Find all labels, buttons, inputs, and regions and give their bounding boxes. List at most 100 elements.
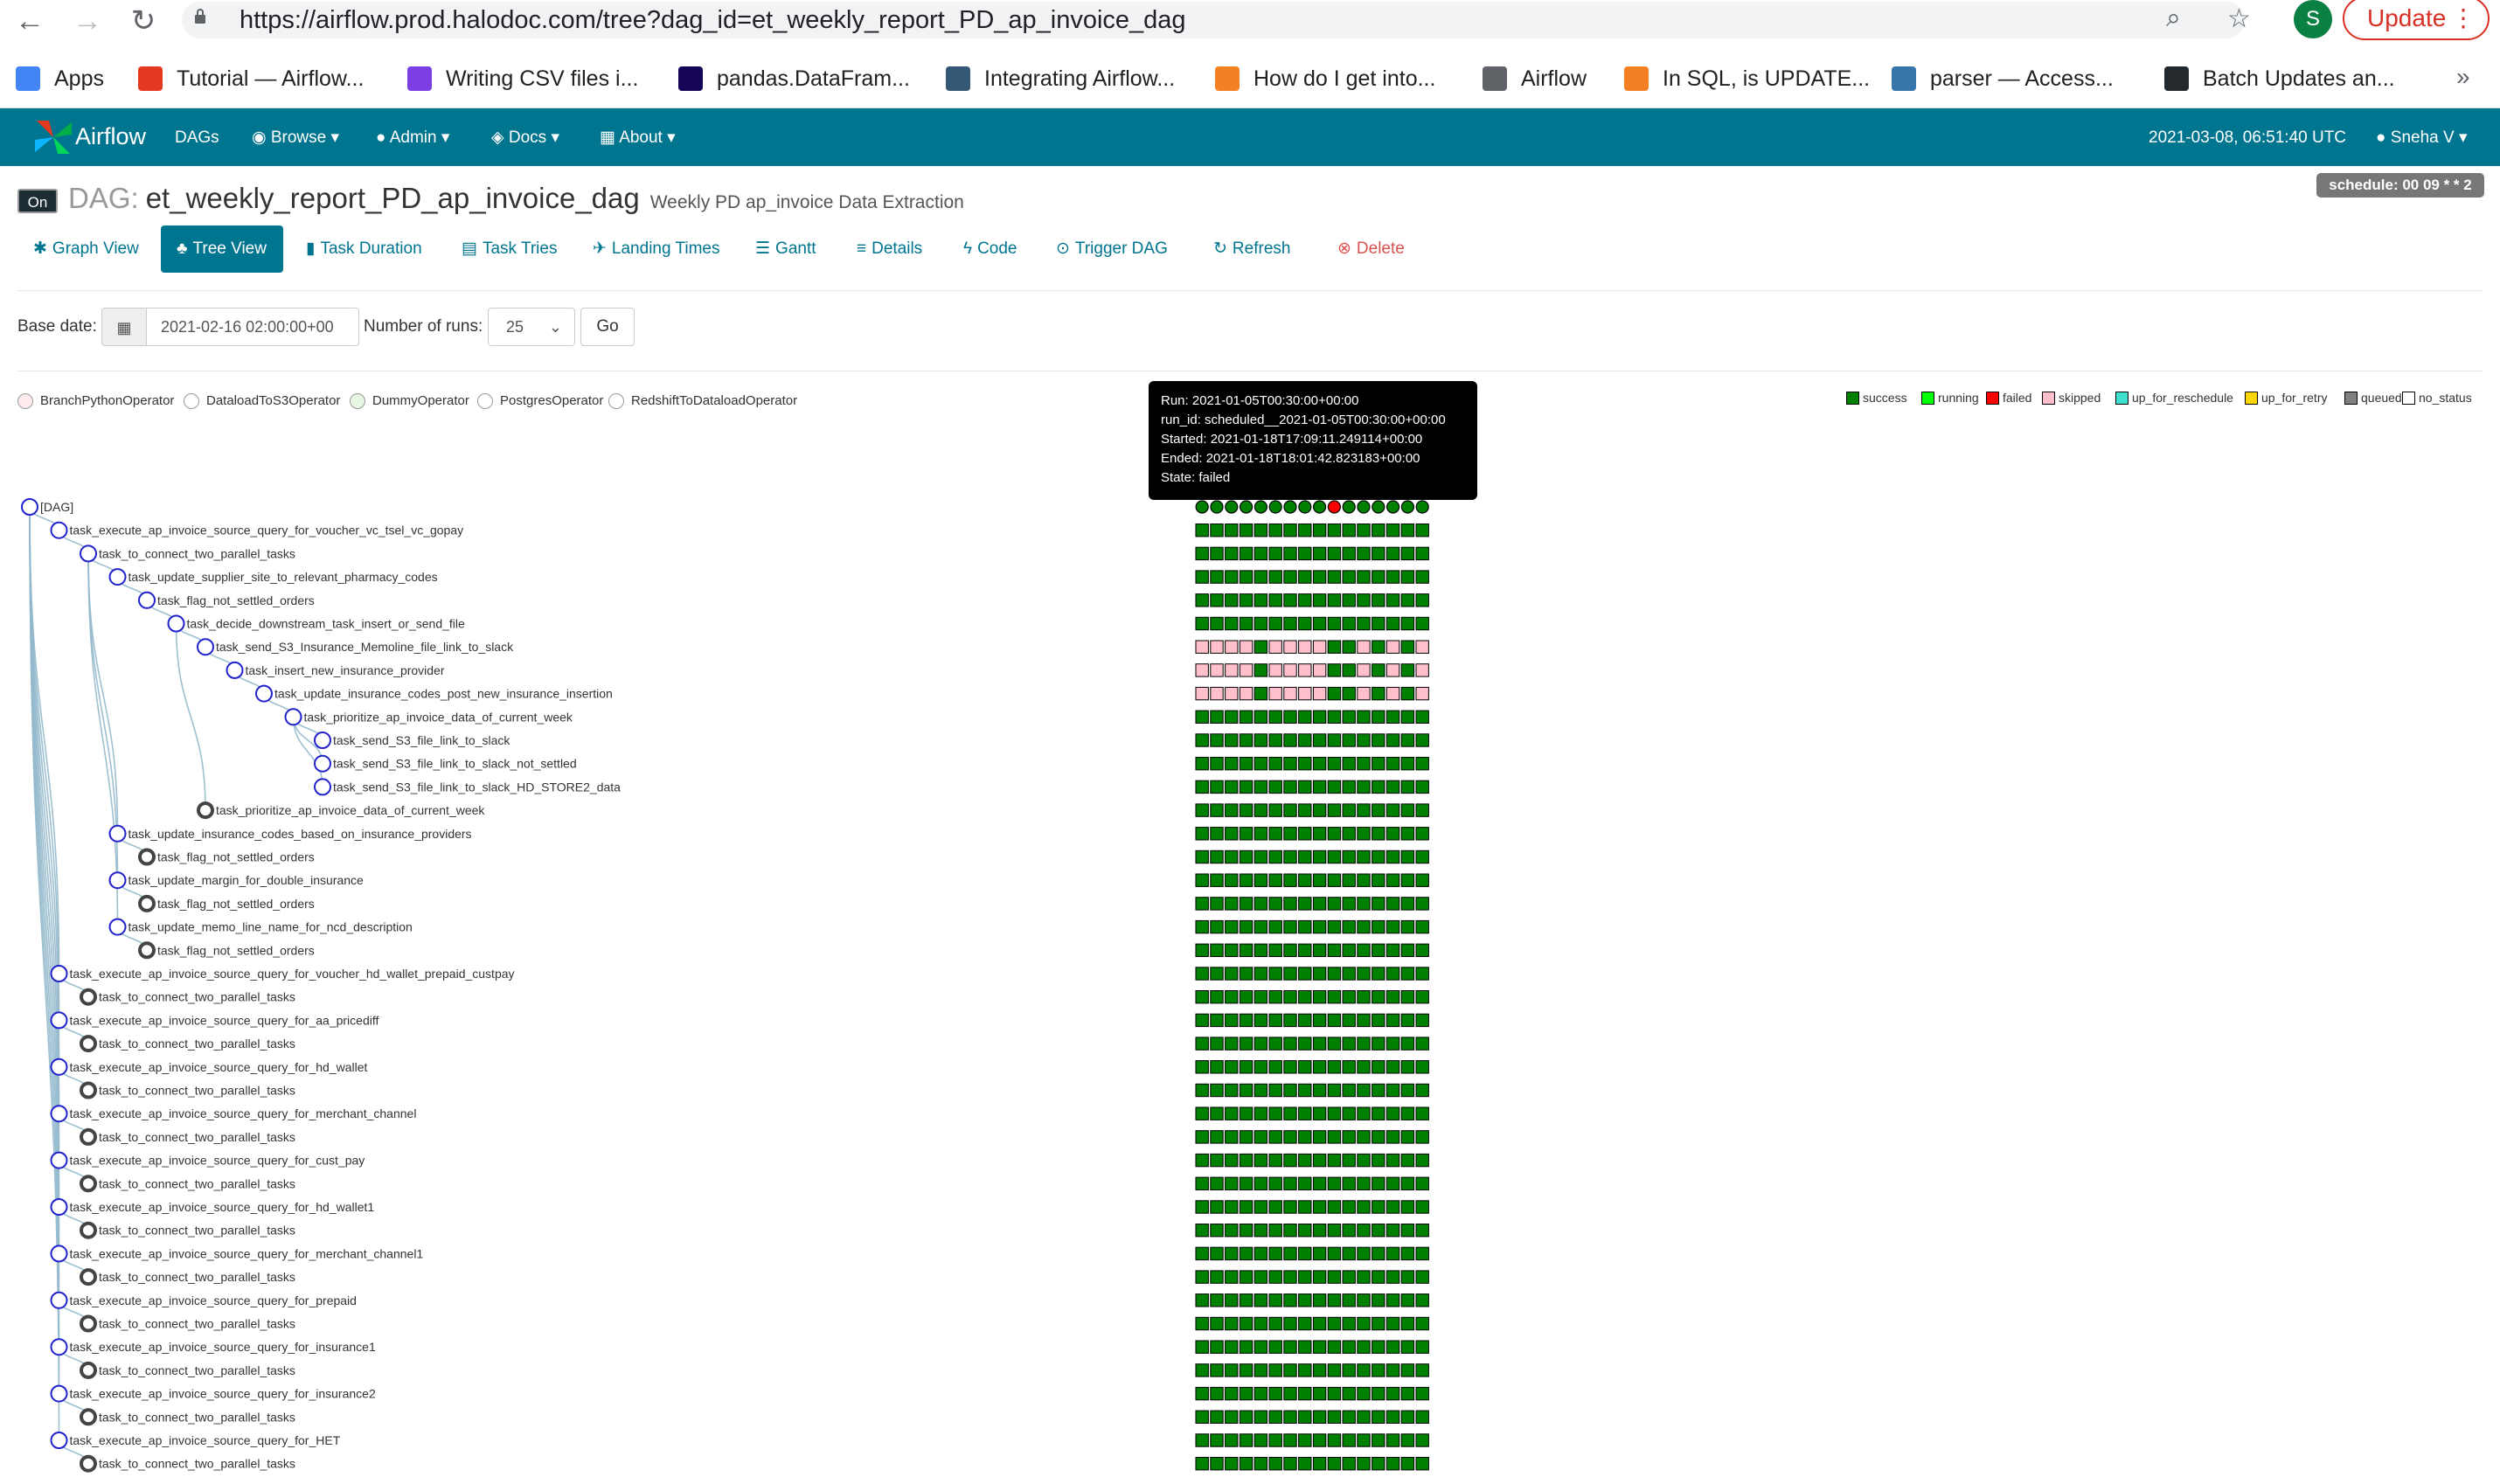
task-instance-square[interactable] [1357, 733, 1371, 747]
task-instance-square[interactable] [1253, 849, 1268, 864]
task-instance-square[interactable] [1385, 1340, 1400, 1354]
task-label[interactable]: task_prioritize_ap_invoice_data_of_curre… [304, 710, 573, 724]
task-label[interactable]: task_to_connect_two_parallel_tasks [99, 1363, 295, 1377]
task-instance-square[interactable] [1327, 1153, 1342, 1168]
task-node-circle[interactable] [80, 1408, 97, 1426]
tab-delete[interactable]: ⊗ Delete [1322, 225, 1420, 273]
task-instance-square[interactable] [1298, 1106, 1312, 1120]
task-instance-square[interactable] [1400, 990, 1415, 1004]
task-instance-square[interactable] [1195, 919, 1209, 934]
task-instance-square[interactable] [1268, 827, 1282, 841]
task-instance-square[interactable] [1283, 524, 1297, 537]
task-node-circle[interactable] [50, 1245, 68, 1263]
task-instance-square[interactable] [1253, 873, 1268, 887]
task-instance-square[interactable] [1225, 1153, 1239, 1168]
task-instance-square[interactable] [1239, 1246, 1253, 1261]
task-instance-square[interactable] [1298, 1340, 1312, 1354]
task-instance-square[interactable] [1268, 873, 1282, 887]
task-instance-square[interactable] [1239, 1083, 1253, 1098]
task-instance-square[interactable] [1357, 1037, 1371, 1051]
task-label[interactable]: task_update_memo_line_name_for_ncd_descr… [128, 920, 413, 934]
task-instance-square[interactable] [1253, 663, 1268, 677]
task-instance-square[interactable] [1225, 919, 1239, 934]
task-instance-square[interactable] [1195, 803, 1209, 817]
task-instance-square[interactable] [1210, 990, 1224, 1004]
task-instance-square[interactable] [1415, 733, 1429, 747]
task-instance-square[interactable] [1312, 873, 1327, 887]
task-instance-square[interactable] [1400, 1153, 1415, 1168]
task-instance-square[interactable] [1400, 849, 1415, 864]
task-instance-square[interactable] [1298, 1130, 1312, 1144]
task-instance-square[interactable] [1225, 1083, 1239, 1098]
task-instance-square[interactable] [1342, 640, 1356, 654]
task-instance-square[interactable] [1357, 1083, 1371, 1098]
task-instance-square[interactable] [1253, 1200, 1268, 1214]
task-instance-square[interactable] [1415, 1433, 1429, 1447]
task-instance-square[interactable] [1210, 967, 1224, 981]
task-instance-square[interactable] [1253, 1224, 1268, 1238]
task-instance-square[interactable] [1385, 897, 1400, 911]
task-node-circle[interactable] [50, 1338, 68, 1356]
task-instance-square[interactable] [1298, 1293, 1312, 1307]
dag-run-circle[interactable] [1195, 500, 1209, 514]
task-instance-square[interactable] [1195, 1433, 1209, 1447]
task-instance-square[interactable] [1342, 1013, 1356, 1028]
task-instance-square[interactable] [1195, 897, 1209, 911]
bookmark-item[interactable]: Airflow [1483, 63, 1587, 94]
task-instance-square[interactable] [1415, 546, 1429, 561]
task-label[interactable]: task_send_S3_file_link_to_slack_not_sett… [333, 757, 577, 771]
task-instance-square[interactable] [1342, 570, 1356, 584]
task-instance-square[interactable] [1372, 1363, 1385, 1377]
task-instance-square[interactable] [1210, 524, 1224, 537]
task-instance-square[interactable] [1400, 897, 1415, 911]
task-instance-square[interactable] [1342, 780, 1356, 794]
task-instance-square[interactable] [1268, 990, 1282, 1004]
task-instance-square[interactable] [1327, 1386, 1342, 1401]
calendar-icon[interactable]: ▦ [101, 308, 147, 346]
task-instance-square[interactable] [1372, 1153, 1385, 1168]
task-instance-square[interactable] [1239, 1457, 1253, 1471]
task-node-circle[interactable] [50, 1291, 68, 1309]
task-instance-square[interactable] [1225, 1433, 1239, 1447]
task-instance-square[interactable] [1327, 1363, 1342, 1377]
task-instance-square[interactable] [1253, 757, 1268, 771]
task-instance-square[interactable] [1415, 570, 1429, 584]
task-instance-square[interactable] [1415, 640, 1429, 654]
task-instance-square[interactable] [1225, 1060, 1239, 1074]
task-instance-square[interactable] [1357, 593, 1371, 607]
task-instance-square[interactable] [1298, 849, 1312, 864]
task-instance-square[interactable] [1312, 1013, 1327, 1028]
task-instance-square[interactable] [1342, 1176, 1356, 1190]
task-instance-square[interactable] [1385, 1363, 1400, 1377]
user-menu[interactable]: ● Sneha V ▾ [2376, 126, 2468, 150]
task-instance-square[interactable] [1327, 849, 1342, 864]
task-instance-square[interactable] [1327, 943, 1342, 957]
task-node-circle[interactable] [284, 708, 302, 726]
task-node-circle[interactable] [226, 661, 244, 679]
dag-run-circle[interactable] [1268, 500, 1282, 514]
task-instance-square[interactable] [1239, 757, 1253, 771]
task-label[interactable]: task_to_connect_two_parallel_tasks [99, 546, 295, 560]
task-instance-square[interactable] [1298, 1386, 1312, 1401]
task-instance-square[interactable] [1312, 943, 1327, 957]
task-instance-square[interactable] [1283, 1457, 1297, 1471]
task-instance-square[interactable] [1342, 990, 1356, 1004]
task-instance-square[interactable] [1225, 780, 1239, 794]
task-instance-square[interactable] [1312, 1410, 1327, 1424]
task-instance-square[interactable] [1195, 1037, 1209, 1051]
task-instance-square[interactable] [1400, 873, 1415, 887]
task-instance-square[interactable] [1253, 570, 1268, 584]
task-instance-square[interactable] [1195, 1246, 1209, 1261]
task-instance-square[interactable] [1283, 849, 1297, 864]
task-instance-square[interactable] [1253, 967, 1268, 981]
task-instance-square[interactable] [1210, 570, 1224, 584]
task-instance-square[interactable] [1415, 1176, 1429, 1190]
task-instance-square[interactable] [1298, 919, 1312, 934]
task-instance-square[interactable] [1357, 524, 1371, 537]
task-instance-square[interactable] [1195, 686, 1209, 701]
task-label[interactable]: task_execute_ap_invoice_source_query_for… [70, 1106, 417, 1120]
task-instance-square[interactable] [1385, 570, 1400, 584]
tab-details[interactable]: ≡ Details [841, 225, 938, 273]
task-instance-square[interactable] [1327, 803, 1342, 817]
task-instance-square[interactable] [1195, 1200, 1209, 1214]
